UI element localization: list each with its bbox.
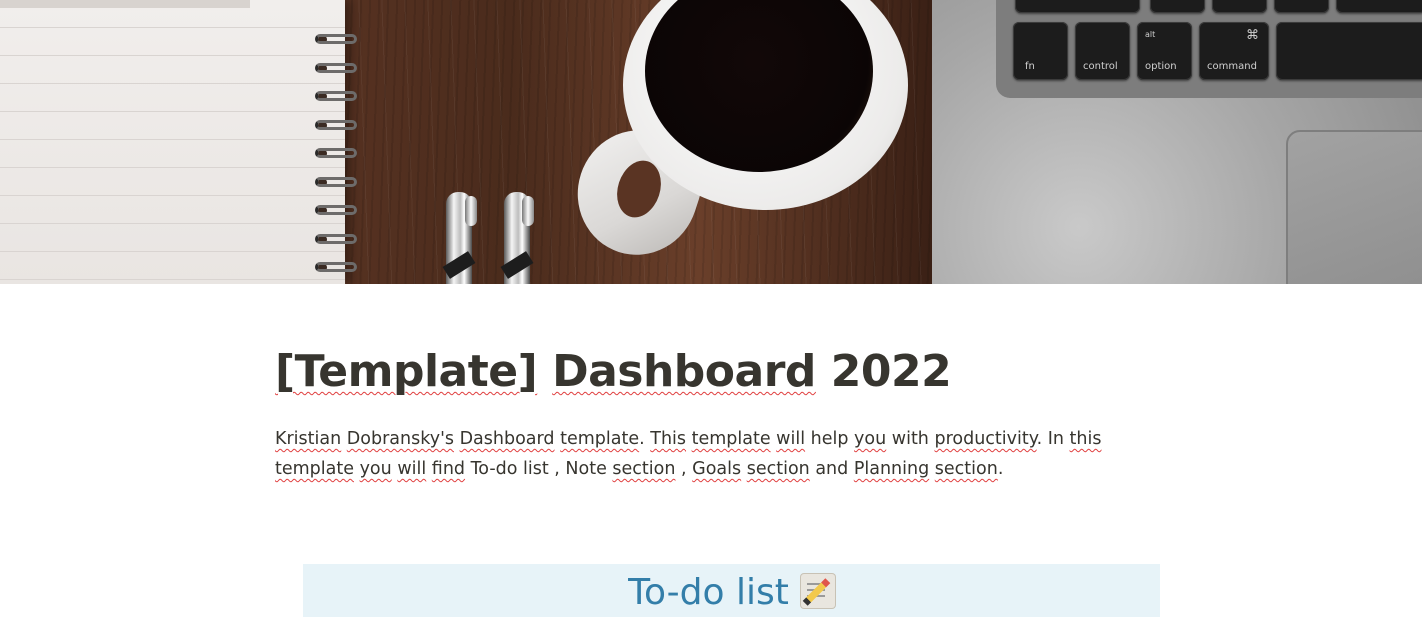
spellcheck-flagged-word: you (359, 459, 392, 479)
key-sublabel-alt: alt (1145, 30, 1156, 39)
description-text: , (675, 459, 693, 479)
spellcheck-flagged-word: section (612, 459, 676, 479)
notebook-ring (315, 91, 357, 101)
spellcheck-flagged-word: productivity (934, 429, 1037, 449)
spellcheck-flagged-word: Planning (853, 459, 930, 479)
description-text: . (639, 429, 651, 449)
spiral-notebook (0, 0, 345, 284)
pen-clip-right (522, 196, 534, 226)
title-word: 2022 (830, 346, 952, 397)
pen-clip-left (465, 196, 477, 226)
notebook-ring (315, 262, 357, 272)
spellcheck-flagged-word: this (1069, 429, 1102, 449)
laptop-key-control: control (1075, 22, 1130, 80)
spellcheck-flagged-word: template (275, 459, 354, 479)
spellcheck-flagged-word: Goals (692, 459, 742, 479)
laptop-key-top-3 (1212, 0, 1267, 13)
laptop-key-top-2 (1150, 0, 1205, 13)
callout-heading: To-do list (628, 572, 835, 613)
spellcheck-flagged-word: find (431, 459, 466, 479)
title-word: [Template] (275, 346, 538, 397)
laptop-key-option: alt option (1137, 22, 1192, 80)
spellcheck-flagged-word: section (746, 459, 810, 479)
laptop-key-top-1 (1015, 0, 1140, 13)
notebook-ring (315, 62, 357, 73)
laptop-key-space (1276, 22, 1422, 80)
key-label-command: command (1207, 61, 1257, 72)
description-text: with (886, 429, 935, 449)
spellcheck-flagged-word: will (776, 429, 806, 449)
notebook-ring (315, 34, 357, 44)
callout-heading-text: To-do list (628, 572, 789, 613)
description-text: To-do list , Note (465, 459, 613, 479)
title-word: Dashboard (552, 346, 816, 397)
coffee-mug (561, 0, 918, 284)
todo-list-callout[interactable]: To-do list (303, 564, 1160, 617)
notebook-ring (315, 119, 357, 130)
key-label-control: control (1083, 61, 1118, 72)
notebook-ring (315, 176, 357, 187)
spellcheck-flagged-word: Dashboard (459, 429, 555, 449)
description-text: help (805, 429, 855, 449)
page-cover-image[interactable]: fn control alt option ⌘ command (0, 0, 1422, 284)
key-label-option: option (1145, 61, 1177, 72)
description-text: . (997, 459, 1004, 479)
key-label-fn: fn (1025, 61, 1035, 72)
laptop-trackpad (1286, 130, 1422, 284)
spellcheck-flagged-word: will (397, 459, 427, 479)
spellcheck-flagged-word: section (934, 459, 998, 479)
spellcheck-flagged-word: This (650, 429, 687, 449)
command-symbol-icon: ⌘ (1246, 28, 1259, 43)
spellcheck-flagged-word: template (691, 429, 771, 449)
notebook-ring (315, 205, 357, 215)
laptop-key-fn: fn (1013, 22, 1068, 80)
description-text: and (809, 459, 854, 479)
laptop-key-top-5 (1336, 0, 1422, 13)
spellcheck-flagged-word: Kristian (275, 429, 342, 449)
page-title[interactable]: [Template] Dashboard 2022 (275, 346, 952, 397)
laptop-key-top-4 (1274, 0, 1329, 13)
page-description[interactable]: Kristian Dobransky's Dashboard template.… (275, 424, 1125, 484)
spellcheck-flagged-word: template (560, 429, 640, 449)
spellcheck-flagged-word: Dobransky's (346, 429, 454, 449)
spellcheck-flagged-word: you (854, 429, 887, 449)
notebook-ring (315, 233, 357, 244)
notebook-page-edge (0, 0, 250, 8)
laptop-key-command: ⌘ command (1199, 22, 1269, 80)
notebook-ring (315, 148, 357, 158)
description-text: . In (1036, 429, 1070, 449)
memo-icon (800, 574, 835, 608)
